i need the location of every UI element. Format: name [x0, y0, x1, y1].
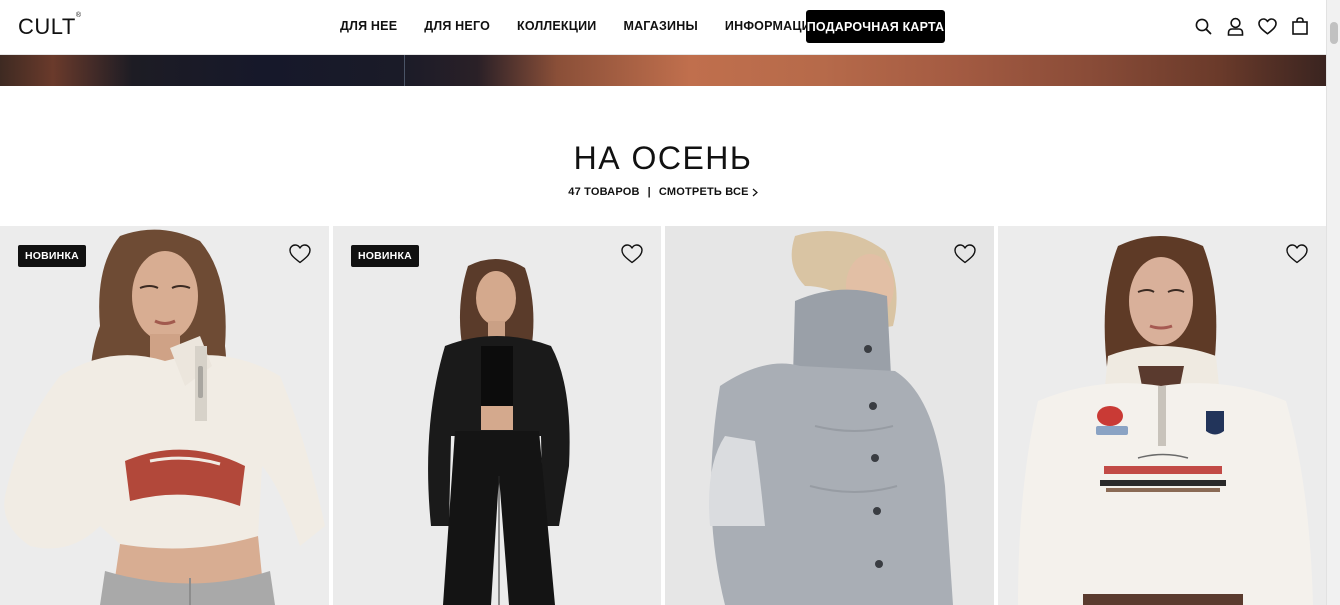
- nav-item-for-her[interactable]: ДЛЯ НЕЕ: [340, 19, 397, 33]
- site-header: CULT® ДЛЯ НЕЕ ДЛЯ НЕГО КОЛЛЕКЦИИ МАГАЗИН…: [0, 0, 1326, 55]
- bag-icon[interactable]: [1290, 16, 1309, 36]
- product-card[interactable]: [998, 226, 1326, 605]
- heart-icon[interactable]: [1286, 244, 1308, 264]
- nav-item-for-him[interactable]: ДЛЯ НЕГО: [424, 19, 490, 33]
- hero-banner-image[interactable]: [0, 55, 1326, 86]
- search-icon[interactable]: [1194, 16, 1213, 36]
- product-image: [998, 226, 1326, 605]
- product-card[interactable]: НОВИНКА: [0, 226, 329, 605]
- logo-registered-mark: ®: [75, 12, 82, 19]
- page-scrollbar[interactable]: [1326, 0, 1340, 605]
- wishlist-icon[interactable]: [1258, 16, 1277, 36]
- product-image: [665, 226, 994, 605]
- new-badge: НОВИНКА: [18, 245, 86, 267]
- product-image: [333, 226, 661, 605]
- product-card[interactable]: НОВИНКА: [333, 226, 661, 605]
- product-count: 47 ТОВАРОВ: [568, 186, 640, 198]
- chevron-right-icon: [752, 188, 758, 197]
- nav-item-stores[interactable]: МАГАЗИНЫ: [623, 19, 697, 33]
- product-image: [0, 226, 329, 605]
- cult-logo[interactable]: CULT®: [18, 12, 82, 40]
- gift-card-button[interactable]: ПОДАРОЧНАЯ КАРТА: [806, 10, 945, 43]
- product-grid: НОВИНКА НОВИНКА: [0, 226, 1326, 605]
- see-all-label: СМОТРЕТЬ ВСЕ: [658, 186, 749, 198]
- account-icon[interactable]: [1226, 16, 1245, 36]
- heart-icon[interactable]: [621, 244, 643, 264]
- see-all-link[interactable]: СМОТРЕТЬ ВСЕ: [659, 186, 758, 198]
- heart-icon[interactable]: [954, 244, 976, 264]
- heart-icon[interactable]: [289, 244, 311, 264]
- header-icons: [1194, 16, 1309, 36]
- meta-separator: |: [647, 186, 651, 198]
- product-card[interactable]: [665, 226, 994, 605]
- section-meta: 47 ТОВАРОВ | СМОТРЕТЬ ВСЕ: [0, 186, 1326, 198]
- section-title: НА ОСЕНЬ: [573, 140, 753, 176]
- scrollbar-thumb[interactable]: [1330, 22, 1338, 44]
- new-badge: НОВИНКА: [351, 245, 419, 267]
- nav-item-collections[interactable]: КОЛЛЕКЦИИ: [517, 19, 596, 33]
- main-nav: ДЛЯ НЕЕ ДЛЯ НЕГО КОЛЛЕКЦИИ МАГАЗИНЫ ИНФО…: [340, 19, 847, 33]
- logo-text: CULT: [18, 14, 76, 39]
